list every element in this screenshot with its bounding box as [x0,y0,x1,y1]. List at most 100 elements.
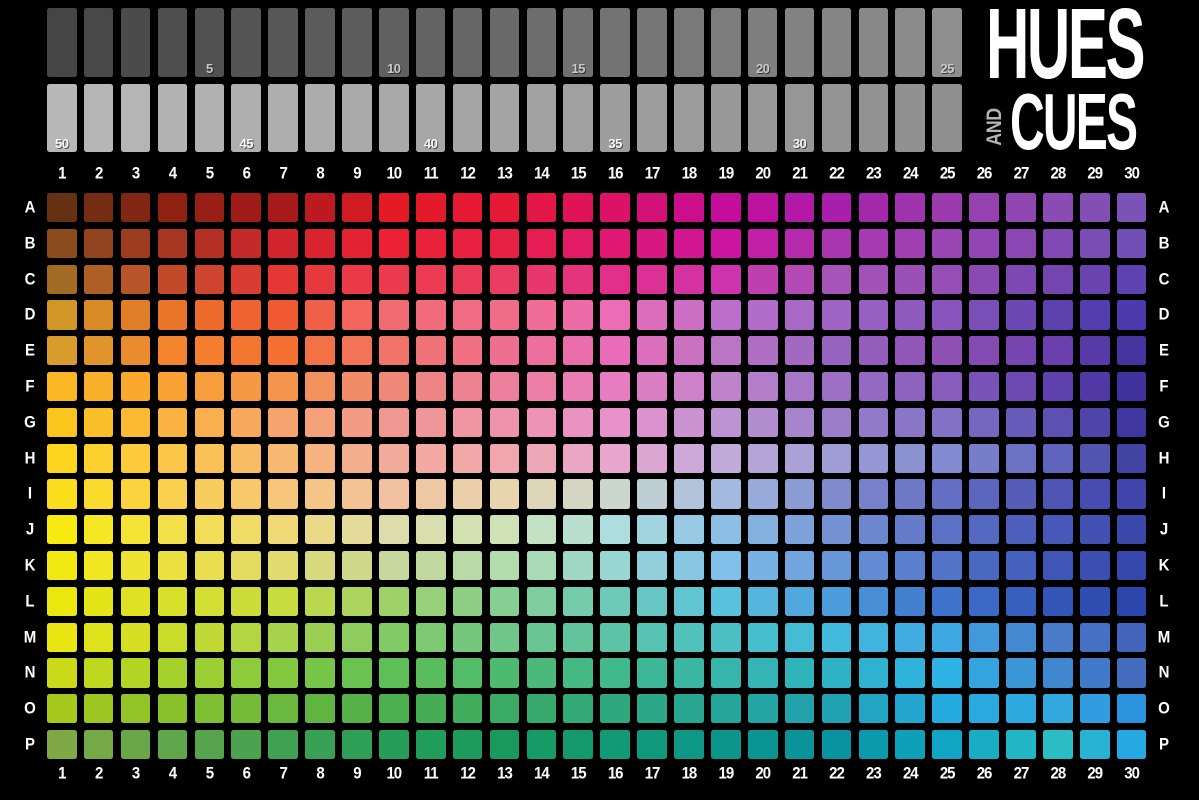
color-cell-P27[interactable] [1006,730,1036,759]
color-cell-O13[interactable] [490,694,520,723]
color-cell-O22[interactable] [822,694,852,723]
color-cell-C12[interactable] [453,265,483,294]
color-cell-P1[interactable] [47,730,77,759]
color-cell-G12[interactable] [453,408,483,437]
color-cell-I27[interactable] [1006,479,1036,508]
color-cell-F12[interactable] [453,372,483,401]
color-cell-B12[interactable] [453,229,483,258]
color-cell-D30[interactable] [1117,300,1147,329]
color-cell-C27[interactable] [1006,265,1036,294]
color-cell-E12[interactable] [453,336,483,365]
color-cell-F14[interactable] [527,372,557,401]
color-cell-N13[interactable] [490,658,520,687]
color-cell-J1[interactable] [47,515,77,544]
score-cell[interactable] [231,8,261,77]
color-cell-K14[interactable] [527,551,557,580]
color-cell-M29[interactable] [1080,623,1110,652]
color-cell-J15[interactable] [563,515,593,544]
color-cell-I19[interactable] [711,479,741,508]
color-cell-L20[interactable] [748,587,778,616]
color-cell-N7[interactable] [268,658,298,687]
score-cell[interactable] [748,84,778,152]
color-cell-F10[interactable] [379,372,409,401]
color-cell-I1[interactable] [47,479,77,508]
color-cell-E15[interactable] [563,336,593,365]
color-cell-N21[interactable] [785,658,815,687]
color-cell-M20[interactable] [748,623,778,652]
color-cell-P5[interactable] [195,730,225,759]
score-cell[interactable] [637,8,667,77]
color-cell-L11[interactable] [416,587,446,616]
color-cell-G9[interactable] [342,408,372,437]
color-cell-B29[interactable] [1080,229,1110,258]
color-cell-O10[interactable] [379,694,409,723]
color-cell-D16[interactable] [600,300,630,329]
color-cell-D11[interactable] [416,300,446,329]
color-cell-N5[interactable] [195,658,225,687]
color-cell-A16[interactable] [600,193,630,222]
color-cell-D12[interactable] [453,300,483,329]
color-cell-L12[interactable] [453,587,483,616]
color-cell-C29[interactable] [1080,265,1110,294]
color-cell-O12[interactable] [453,694,483,723]
score-cell[interactable] [305,8,335,77]
color-cell-C6[interactable] [231,265,261,294]
color-cell-B10[interactable] [379,229,409,258]
color-cell-C20[interactable] [748,265,778,294]
color-cell-H2[interactable] [84,444,114,473]
color-cell-A8[interactable] [305,193,335,222]
color-cell-L18[interactable] [674,587,704,616]
score-cell[interactable]: 40 [416,84,446,152]
score-cell[interactable] [342,84,372,152]
color-cell-O8[interactable] [305,694,335,723]
color-cell-F30[interactable] [1117,372,1147,401]
color-cell-F16[interactable] [600,372,630,401]
color-cell-M11[interactable] [416,623,446,652]
color-cell-D4[interactable] [158,300,188,329]
color-cell-B2[interactable] [84,229,114,258]
color-cell-G18[interactable] [674,408,704,437]
color-cell-F23[interactable] [859,372,889,401]
color-cell-E28[interactable] [1043,336,1073,365]
color-cell-G28[interactable] [1043,408,1073,437]
color-cell-H9[interactable] [342,444,372,473]
color-cell-I28[interactable] [1043,479,1073,508]
color-cell-I8[interactable] [305,479,335,508]
color-cell-K23[interactable] [859,551,889,580]
color-cell-C22[interactable] [822,265,852,294]
score-cell[interactable] [379,84,409,152]
color-cell-C3[interactable] [121,265,151,294]
color-cell-E20[interactable] [748,336,778,365]
color-cell-N6[interactable] [231,658,261,687]
color-cell-G13[interactable] [490,408,520,437]
color-cell-A17[interactable] [637,193,667,222]
color-cell-H4[interactable] [158,444,188,473]
color-cell-H1[interactable] [47,444,77,473]
color-cell-G29[interactable] [1080,408,1110,437]
color-cell-K20[interactable] [748,551,778,580]
color-cell-E25[interactable] [932,336,962,365]
color-cell-I6[interactable] [231,479,261,508]
color-cell-F25[interactable] [932,372,962,401]
color-cell-D21[interactable] [785,300,815,329]
score-cell[interactable] [490,84,520,152]
score-cell[interactable] [527,8,557,77]
color-cell-J26[interactable] [969,515,999,544]
color-cell-D17[interactable] [637,300,667,329]
color-cell-P13[interactable] [490,730,520,759]
color-cell-K4[interactable] [158,551,188,580]
color-cell-J28[interactable] [1043,515,1073,544]
color-cell-G1[interactable] [47,408,77,437]
color-cell-P6[interactable] [231,730,261,759]
color-cell-H26[interactable] [969,444,999,473]
color-cell-G8[interactable] [305,408,335,437]
color-cell-J21[interactable] [785,515,815,544]
color-cell-N9[interactable] [342,658,372,687]
color-cell-F15[interactable] [563,372,593,401]
color-cell-A11[interactable] [416,193,446,222]
color-cell-N10[interactable] [379,658,409,687]
color-cell-A29[interactable] [1080,193,1110,222]
color-cell-H6[interactable] [231,444,261,473]
color-cell-C4[interactable] [158,265,188,294]
score-cell[interactable]: 5 [195,8,225,77]
